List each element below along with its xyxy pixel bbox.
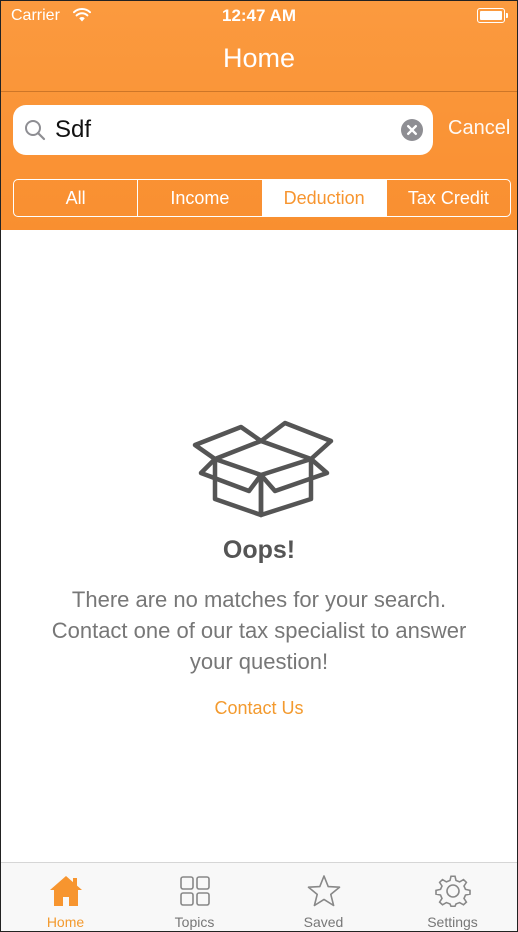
- clear-search-icon[interactable]: [401, 119, 423, 141]
- tab-bar: Home Topics Saved Settings: [1, 862, 517, 931]
- segment-deduction[interactable]: Deduction: [262, 180, 387, 216]
- tab-settings[interactable]: Settings: [388, 863, 517, 931]
- tab-saved[interactable]: Saved: [259, 863, 388, 931]
- grid-icon: [179, 876, 210, 906]
- tab-settings-label: Settings: [427, 914, 478, 930]
- empty-state-message: There are no matches for your search. Co…: [51, 587, 467, 674]
- category-segmented-control: All Income Deduction Tax Credit: [13, 179, 511, 217]
- tab-home-label: Home: [46, 914, 85, 930]
- empty-state-title: Oops!: [222, 536, 296, 564]
- search-query[interactable]: Sdf: [55, 116, 91, 144]
- contact-us-link[interactable]: Contact Us: [1, 698, 517, 719]
- gear-icon: [434, 875, 471, 908]
- home-icon: [49, 876, 82, 906]
- segment-all[interactable]: All: [14, 180, 139, 216]
- cancel-button[interactable]: Cancel: [448, 117, 510, 140]
- search-icon: [25, 120, 46, 141]
- clock: 12:47 AM: [221, 6, 296, 25]
- battery-icon: [477, 8, 508, 23]
- tab-topics-label: Topics: [174, 914, 215, 930]
- star-icon: [307, 875, 340, 907]
- segment-income[interactable]: Income: [138, 180, 263, 216]
- segment-tax-credit[interactable]: Tax Credit: [387, 180, 510, 216]
- open-box-icon: [192, 420, 334, 518]
- status-bar: Carrier 12:47 AM: [1, 1, 517, 33]
- app-screen: Carrier 12:47 AM Home Sdf Cancel All Inc…: [0, 0, 518, 932]
- tab-saved-label: Saved: [303, 914, 344, 930]
- header: Carrier 12:47 AM Home Sdf Cancel All Inc…: [1, 1, 517, 230]
- page-title: Home: [222, 43, 296, 73]
- tab-topics[interactable]: Topics: [130, 863, 259, 931]
- tab-home[interactable]: Home: [1, 863, 130, 931]
- search-input[interactable]: Sdf: [13, 105, 433, 155]
- nav-divider: [1, 91, 517, 92]
